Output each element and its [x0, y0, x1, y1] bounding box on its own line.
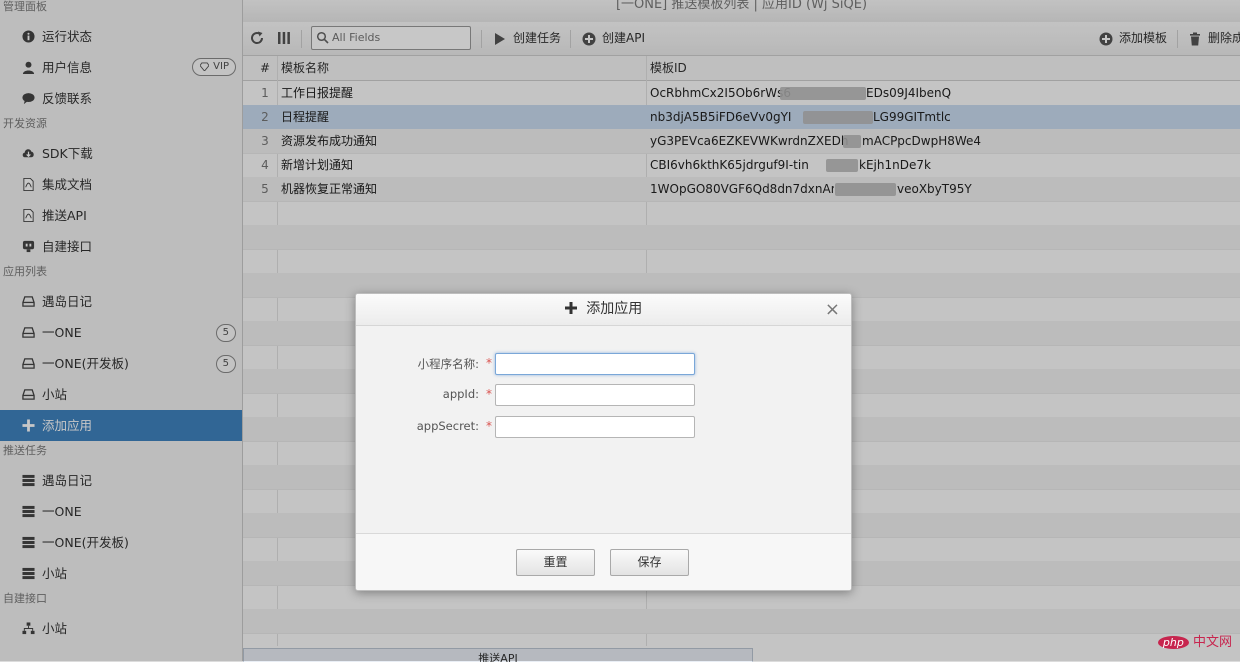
form-row-mini-program-name: 小程序名称: * — [356, 353, 851, 377]
field-label: appSecret: — [416, 419, 479, 433]
watermark-badge: php — [1157, 636, 1189, 649]
required-mark: * — [486, 356, 492, 370]
app-secret-input[interactable] — [495, 416, 695, 438]
app-id-input[interactable] — [495, 384, 695, 406]
mini-program-name-input[interactable] — [495, 353, 695, 375]
dialog-title: 添加应用 — [586, 301, 643, 317]
close-icon[interactable]: × — [825, 294, 840, 325]
add-app-dialog: 添加应用 × 小程序名称: * appId: * appSecret: * 重置… — [355, 293, 852, 591]
dialog-footer: 重置 保存 — [356, 533, 851, 590]
field-label: 小程序名称: — [417, 357, 479, 371]
watermark-text: 中文网 — [1192, 635, 1232, 650]
form-row-app-secret: appSecret: * — [356, 416, 851, 440]
required-mark: * — [486, 419, 492, 433]
site-watermark: php 中文网 — [1157, 631, 1232, 651]
reset-button[interactable]: 重置 — [516, 549, 595, 576]
dialog-header: 添加应用 × — [356, 294, 851, 326]
plus-icon — [564, 302, 577, 314]
field-label: appId: — [442, 387, 479, 401]
required-mark: * — [486, 387, 492, 401]
form-row-app-id: appId: * — [356, 384, 851, 408]
save-button[interactable]: 保存 — [610, 549, 689, 576]
